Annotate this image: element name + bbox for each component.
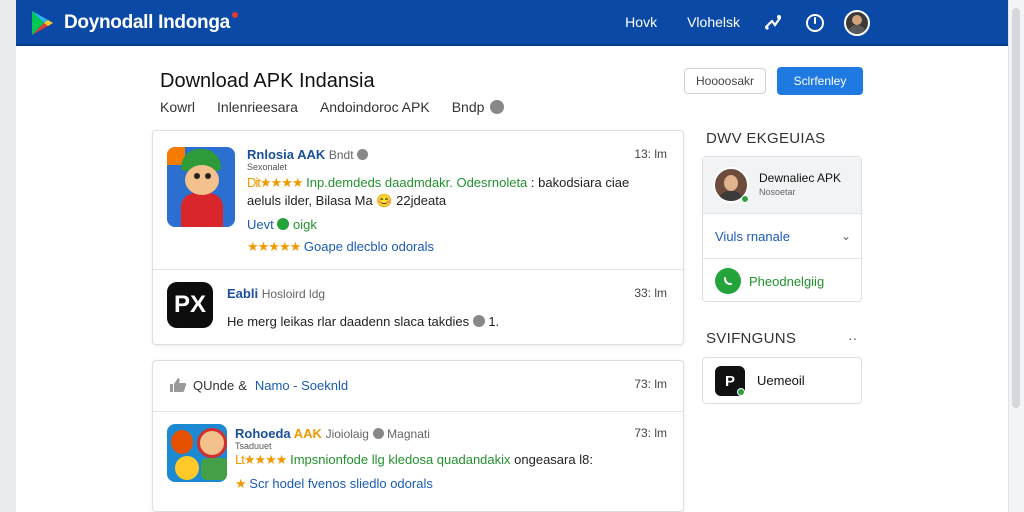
sidebar-heading: DWV EKGEUIAS [706,130,826,147]
feed-post[interactable]: PX Eabli Hosloird ldg 33: lm He merg lei… [153,270,683,344]
sidebar-card: Dewnaliec APK Nosoetar Viuls rnanale ⌄ P… [702,156,862,302]
post-subline: Tsaduuet [235,441,272,451]
breadcrumb-item[interactable]: Inlenrieesara [217,99,298,115]
top-nav: Hovk Vlohelsk [625,14,740,30]
star-rating: ★★★★ [243,452,288,467]
sidebar-heading: SVIFNGUNS [706,330,797,347]
post-description-line2: aeluls ilder, Bilasa Ma 😊 22jdeata [247,193,447,208]
post-description: Lt★★★★ Impsnionfode llg kledosa quadanda… [235,452,593,467]
nav-link-home[interactable]: Hovk [625,14,657,30]
app-icon-px[interactable]: PX [167,282,213,328]
profile-name: Dewnaliec APK [759,171,842,185]
feed-card: Rnlosia AAK Bndt Sexonalet 13: lm Dit★★★… [152,130,684,345]
post-time: 73: lm [634,377,667,391]
app-icon-cartoon[interactable] [167,147,235,227]
post-time: 13: lm [634,147,667,161]
share-icon[interactable] [760,10,786,36]
feed-post[interactable]: Rnlosia AAK Bndt Sexonalet 13: lm Dit★★★… [153,131,683,269]
clock-icon[interactable] [802,10,828,36]
post-title[interactable]: Eabli Hosloird ldg [227,286,325,301]
profile-row[interactable]: Dewnaliec APK Nosoetar [703,157,861,214]
smile-icon: 😊 [376,193,393,208]
brand[interactable]: Doynodall Indonga [30,9,238,37]
feed-card: QUnde & Namo - Soeknld 73: lm Rohoeda AA… [152,360,684,512]
nav-link-vehicles[interactable]: Vlohelsk [687,14,740,30]
chevron-down-icon: ⌄ [840,229,851,243]
star-rating: ★★★★ [259,175,304,190]
post-meta: Bndt [328,148,354,162]
globe-icon [472,315,485,327]
post-rating-row: ★ Scr hodel fvenos sliedlo odorals [235,476,433,491]
thumbs-up-icon [170,378,187,392]
post-subline: Sexonalet [247,162,288,172]
page-scrollbar-thumb[interactable] [1012,8,1020,408]
online-status-icon [737,388,745,396]
app-window: Doynodall Indonga Hovk Vlohelsk Download… [16,0,1008,512]
more-options-icon[interactable]: ·· [848,330,857,346]
brand-name: Doynodall Indonga [64,12,230,33]
globe-icon [357,149,369,160]
top-bar: Doynodall Indonga Hovk Vlohelsk [16,0,1008,46]
post-time: 73: lm [634,426,667,440]
globe-icon [490,100,505,114]
top-icons [760,10,870,36]
feed-activity[interactable]: QUnde & Namo - Soeknld 73: lm [153,361,683,411]
post-user-row[interactable]: Uevt oigk [247,217,317,232]
activity-row: QUnde & Namo - Soeknld [169,377,348,393]
breadcrumb-item[interactable]: Bndp [452,99,485,115]
post-description: Dit★★★★ Inp.demdeds daadmdakr. Odesrnole… [247,175,630,190]
post-text: He merg leikas rlar daadenn slaca takdie… [227,314,500,329]
post-rating-row: ★★★★★ Goape dlecblo odorals [247,239,434,254]
brand-dot-icon [231,12,238,18]
post-time: 33: lm [634,286,667,300]
whatsapp-icon [715,268,741,294]
star-icon: ★ [235,476,247,491]
sidebar-whatsapp-row[interactable]: Pheodnelgiig [703,259,861,303]
sidebar-card[interactable]: P Uemeoil [702,357,862,404]
post-title[interactable]: Rohoeda AAK Jioiolaig Magnati [235,426,430,441]
breadcrumb: Kowrl Inlenrieesara Andoindoroc APK Bndp [160,99,505,115]
globe-icon [372,428,384,439]
whatsapp-icon [277,218,290,230]
online-status-icon [741,195,749,203]
play-store-icon [32,11,53,35]
app-icon-game[interactable] [167,424,227,482]
profile-subtitle: Nosoetar [759,187,796,197]
post-title[interactable]: Rnlosia AAK Bndt [247,147,369,162]
sidebar-app-label: Uemeoil [757,373,805,388]
user-avatar[interactable] [844,10,870,36]
feed-post[interactable]: Rohoeda AAK Jioiolaig Magnati Tsaduuet 7… [153,412,683,512]
breadcrumb-item[interactable]: Kowrl [160,99,195,115]
secondary-button[interactable]: Hoooosakr [684,68,766,94]
star-rating: ★★★★★ [247,239,301,254]
breadcrumb-item[interactable]: Andoindoroc APK [320,99,430,115]
primary-button[interactable]: Sclrfenley [777,67,863,95]
sidebar-dropdown[interactable]: Viuls rnanale ⌄ [703,215,861,259]
page-title: Download APK Indansia [160,70,375,92]
